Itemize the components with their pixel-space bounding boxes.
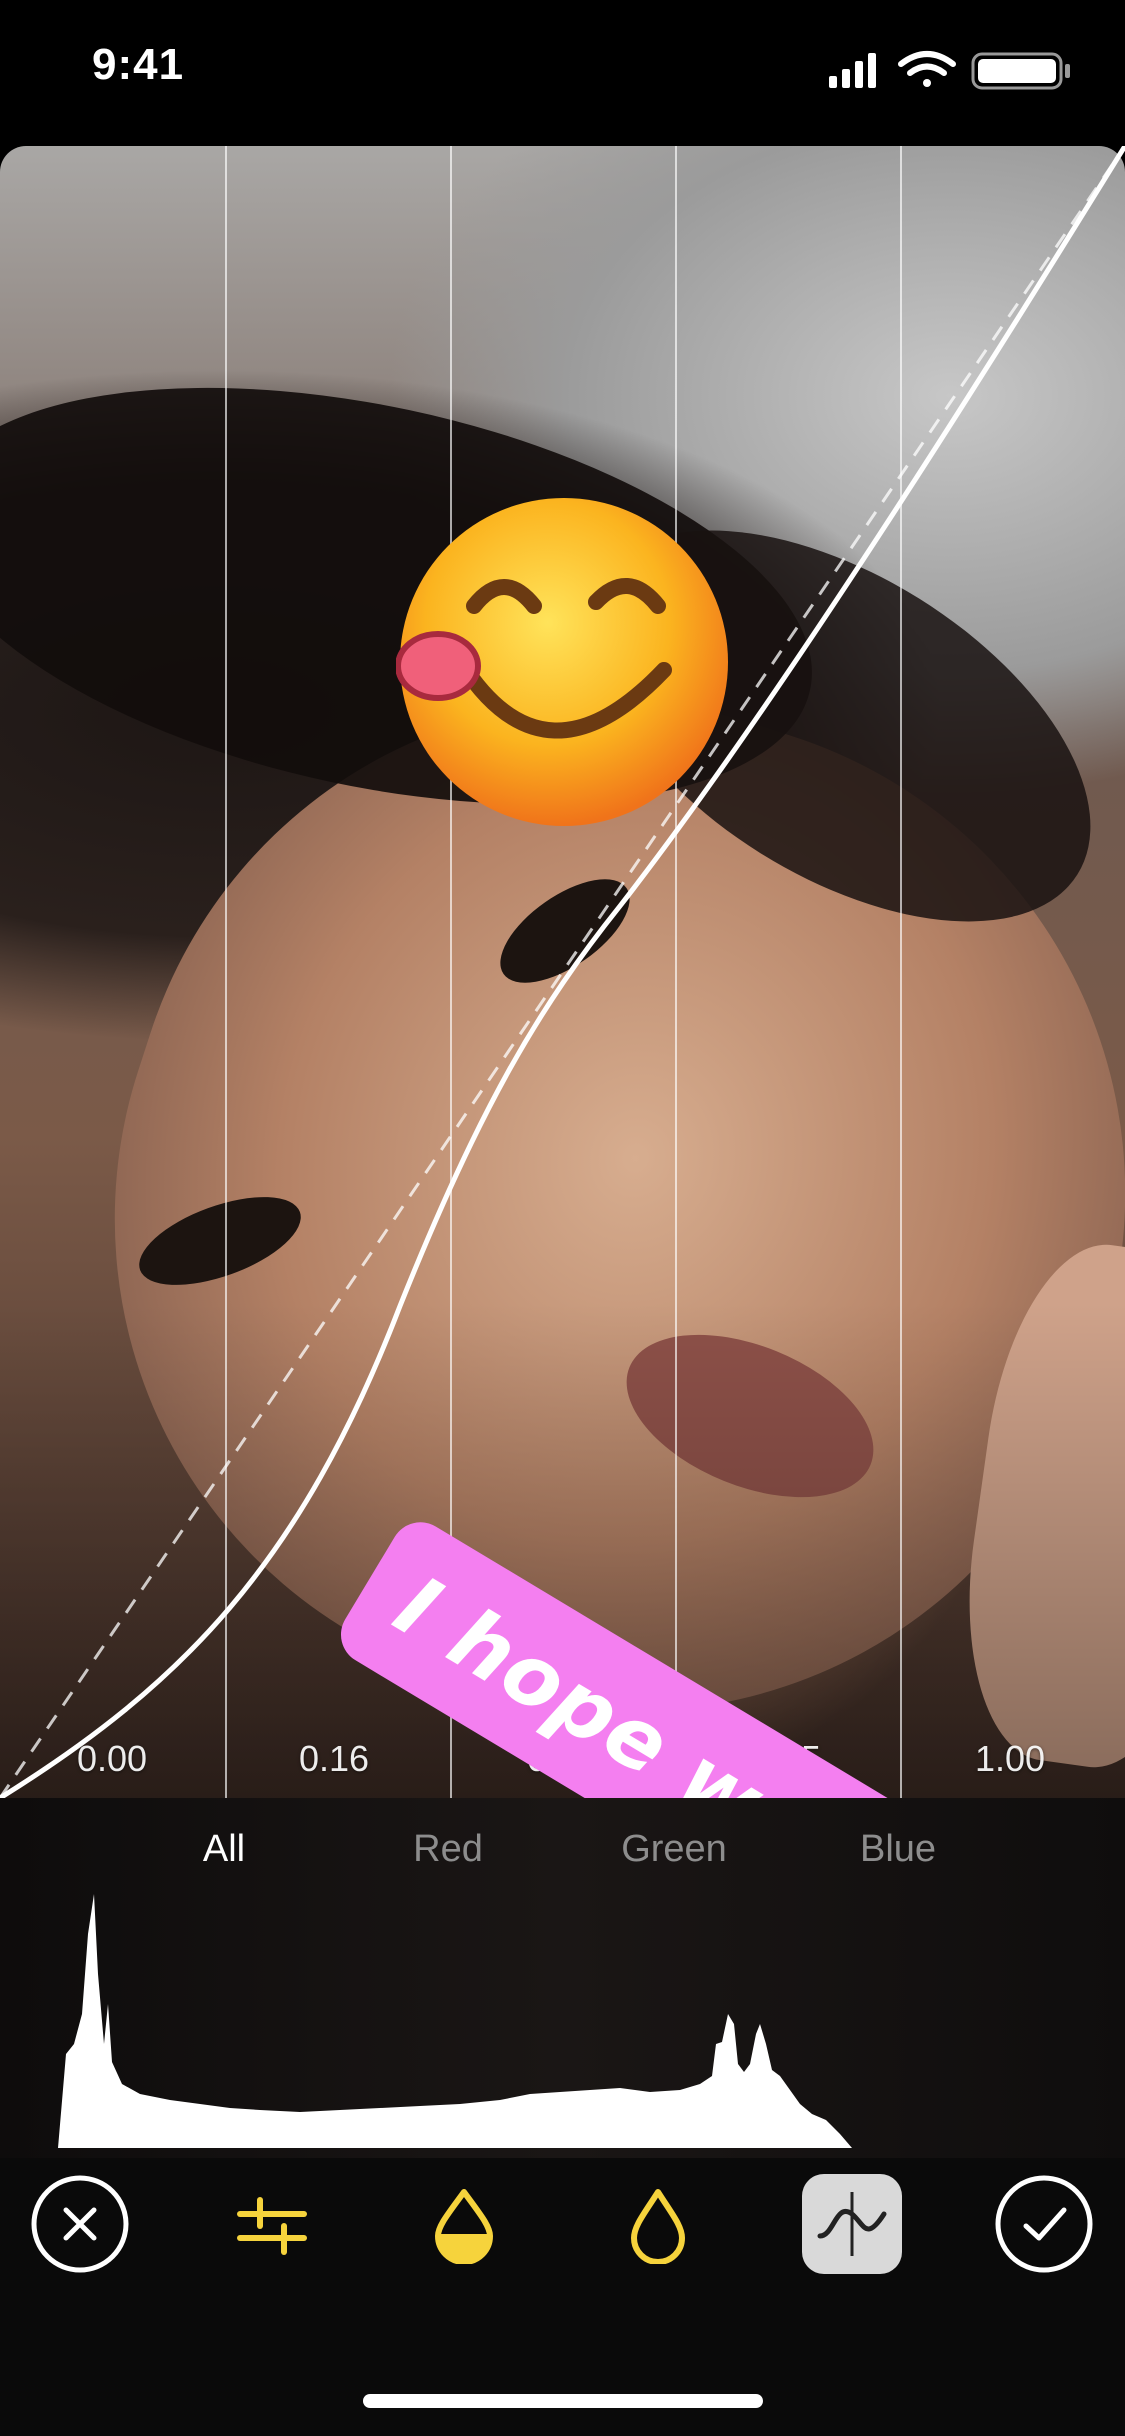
histogram: [58, 1894, 852, 2148]
home-indicator[interactable]: [363, 2394, 763, 2408]
tab-channel-red[interactable]: Red: [413, 1828, 483, 1871]
wifi-icon: [898, 51, 956, 87]
curve-grid-lines: [225, 146, 902, 1798]
tint-tool-button[interactable]: [414, 2174, 514, 2274]
apply-button[interactable]: [994, 2174, 1094, 2274]
channel-tabs: All Red Green Blue: [0, 1828, 1125, 1888]
curves-panel: All Red Green Blue: [0, 1798, 1125, 2436]
close-circle-icon: [31, 2175, 129, 2273]
emoji-tongue: [396, 631, 481, 701]
status-bar: 9:41: [0, 0, 1125, 140]
status-icons: [829, 51, 1070, 90]
adjust-sliders-icon: [237, 2197, 307, 2255]
tint-half-icon: [435, 2189, 493, 2264]
curves-tool-button[interactable]: [802, 2174, 902, 2274]
tick-label-4: 1.00: [974, 1738, 1046, 1779]
emoji-sticker[interactable]: [396, 494, 732, 830]
saturation-tool-button[interactable]: [608, 2174, 708, 2274]
tick-label-1: 0.16: [298, 1738, 370, 1779]
adjust-tool-button[interactable]: [222, 2174, 322, 2274]
signal-icon: [829, 53, 876, 88]
curve-baseline-diagonal: [0, 146, 1125, 1798]
tone-curve-overlay[interactable]: [0, 146, 1125, 1798]
curves-icon: [817, 2192, 887, 2256]
cancel-button[interactable]: [30, 2174, 130, 2274]
tab-channel-blue[interactable]: Blue: [860, 1828, 936, 1871]
battery-icon: [971, 52, 1070, 90]
editor-toolbar: [0, 2148, 1125, 2298]
status-time: 9:41: [92, 40, 185, 89]
tab-channel-green[interactable]: Green: [621, 1828, 727, 1871]
checkmark-circle-icon: [995, 2175, 1093, 2273]
tick-label-0: 0.00: [76, 1738, 148, 1779]
tab-channel-all[interactable]: All: [203, 1828, 245, 1871]
drop-outline-icon: [631, 2189, 685, 2264]
